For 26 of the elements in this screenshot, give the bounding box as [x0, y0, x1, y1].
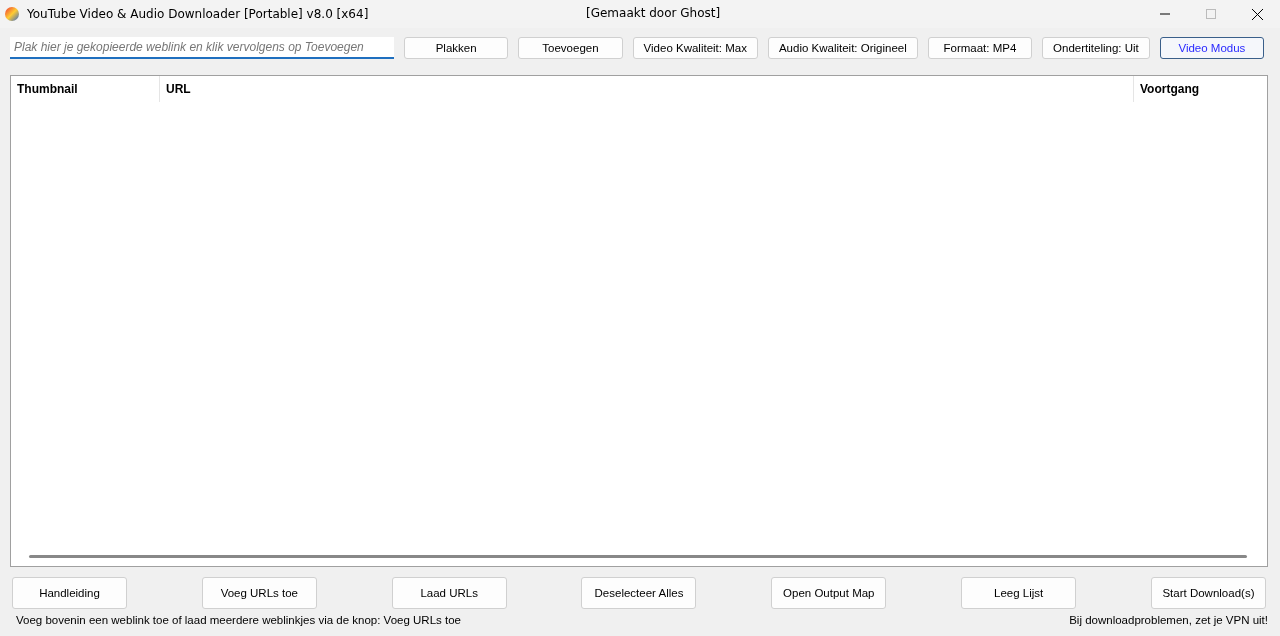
- action-button[interactable]: Laad URLs: [391, 577, 507, 609]
- toolbar-button[interactable]: Audio Kwaliteit: Origineel: [767, 37, 918, 59]
- status-hint: Voeg bovenin een weblink toe of laad meerdere weblinkjes via de knop: Voeg URLs toe: [16, 614, 461, 626]
- action-button[interactable]: Deselecteer Alles: [581, 577, 697, 609]
- status-tip: Bij downloadproblemen, zet je VPN uit!: [1069, 614, 1268, 626]
- action-button[interactable]: Handleiding: [12, 577, 127, 609]
- window-title: YouTube Video & Audio Downloader [Portable] v8.0 [x64]: [27, 7, 369, 21]
- close-icon: [1251, 8, 1263, 20]
- toolbar-button[interactable]: Ondertiteling: Uit: [1042, 37, 1150, 59]
- maximize-icon: [1206, 9, 1216, 19]
- window-subtitle: [Gemaakt door Ghost]: [586, 6, 721, 20]
- column-header[interactable]: Voortgang: [1133, 76, 1267, 102]
- horizontal-scrollbar[interactable]: [29, 555, 1247, 558]
- toolbar-button[interactable]: Formaat: MP4: [927, 37, 1033, 59]
- action-button[interactable]: Open Output Map: [771, 577, 887, 609]
- action-button[interactable]: Start Download(s): [1150, 577, 1266, 609]
- action-button[interactable]: Leeg Lijst: [961, 577, 1077, 609]
- app-logo-icon: [5, 7, 19, 21]
- column-header[interactable]: Thumbnail: [11, 76, 159, 102]
- column-header[interactable]: URL: [159, 76, 1133, 102]
- toolbar-button[interactable]: Video Kwaliteit: Max: [632, 37, 758, 59]
- toolbar-button[interactable]: Toevoegen: [518, 37, 623, 59]
- toolbar-button[interactable]: Plakken: [404, 37, 509, 59]
- action-button[interactable]: Voeg URLs toe: [201, 577, 317, 609]
- url-input-field[interactable]: Plak hier je gekopieerde weblink en klik vervolgens op Toevoegen: [10, 37, 394, 59]
- toolbar-button[interactable]: Video Modus: [1159, 37, 1265, 59]
